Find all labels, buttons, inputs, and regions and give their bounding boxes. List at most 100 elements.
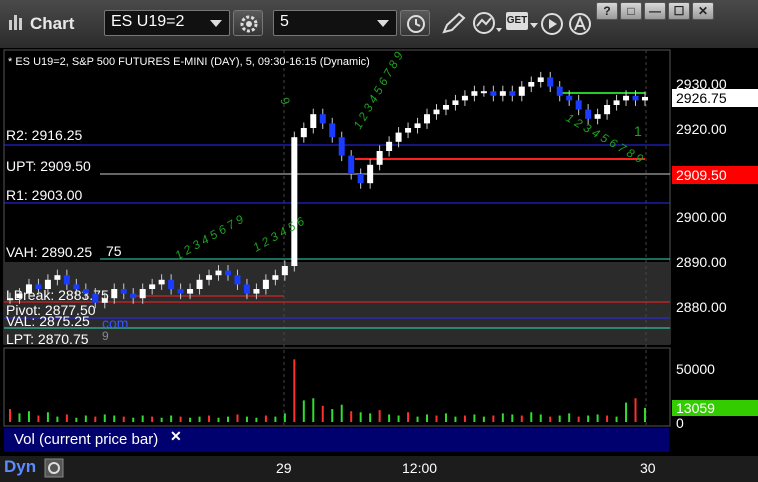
- candle-body: [604, 105, 611, 115]
- candle-body: [367, 164, 374, 184]
- candle-body: [623, 95, 630, 101]
- last-price-value: 2926.75: [676, 90, 727, 106]
- val-label: VAL: 2875.25: [6, 313, 90, 329]
- candle-body: [139, 289, 146, 299]
- help-button[interactable]: ?: [596, 2, 618, 20]
- candle-body: [405, 128, 412, 133]
- candle-body: [7, 298, 13, 301]
- interval-value: 5: [280, 13, 289, 30]
- candle-body: [442, 105, 449, 110]
- window-title: Chart: [30, 14, 75, 33]
- candle-body: [585, 109, 592, 119]
- chart-canvas[interactable]: * ES U19=2, S&P 500 FUTURES E-MINI (DAY)…: [0, 48, 758, 458]
- candle-body: [168, 279, 175, 289]
- candle-body: [424, 114, 431, 124]
- price-tick: 2890.00: [676, 254, 727, 270]
- candle-body: [92, 293, 99, 303]
- candle-body: [130, 293, 137, 299]
- candle-body: [215, 270, 222, 276]
- time-tick: 12:00: [402, 460, 438, 476]
- volume-panel-label: Vol (current price bar): [4, 428, 185, 452]
- candle-body: [44, 279, 51, 289]
- candle-body: [632, 95, 639, 101]
- candle-body: [414, 123, 421, 128]
- candle-body: [206, 275, 213, 280]
- interval-selector[interactable]: 5: [273, 10, 397, 36]
- chevron-down-icon: [377, 20, 389, 27]
- symbol-settings-button[interactable]: [233, 10, 263, 36]
- candle-body: [158, 279, 165, 285]
- candle-body: [556, 86, 563, 96]
- candle-body: [480, 91, 487, 94]
- play-icon[interactable]: [540, 12, 564, 36]
- candle-body: [234, 275, 241, 285]
- pencil-icon[interactable]: [440, 12, 468, 36]
- title-bar: Chart ES U19=2 5 GET ? □ — ☐ ✕: [0, 0, 758, 49]
- candle-body: [319, 114, 326, 124]
- candle-body: [101, 298, 108, 303]
- candle-body: [63, 275, 70, 285]
- symbol-value: ES U19=2: [111, 13, 185, 30]
- candle-body: [338, 137, 345, 156]
- price-tick: 2900.00: [676, 209, 727, 225]
- candle-body: [120, 289, 127, 294]
- candle-body: [291, 137, 298, 266]
- candle-body: [329, 123, 336, 138]
- clock-icon: [407, 15, 425, 33]
- candle-body: [73, 284, 80, 289]
- candle-body: [272, 275, 279, 280]
- lpt-label: LPT: 2870.75: [6, 331, 89, 347]
- gear-icon: [240, 15, 258, 33]
- candle-body: [149, 284, 156, 289]
- upt-label: UPT: 2909.50: [6, 158, 91, 174]
- last-volume-value: 13059: [676, 400, 715, 416]
- restore-button[interactable]: □: [620, 2, 642, 20]
- get-data-button[interactable]: GET: [506, 12, 528, 30]
- candle-body: [395, 132, 402, 142]
- candle-body: [300, 128, 307, 138]
- candle-body: [262, 279, 269, 289]
- candle-body: [613, 100, 620, 105]
- candle-body: [376, 151, 383, 165]
- chart-app-icon: [9, 15, 22, 30]
- candle-body: [243, 284, 250, 294]
- chart-header: * ES U19=2, S&P 500 FUTURES E-MINI (DAY)…: [8, 56, 370, 68]
- studies-icon[interactable]: [472, 12, 504, 36]
- candle-body: [566, 95, 573, 101]
- volume-panel-close-button[interactable]: ✕: [170, 428, 182, 445]
- time-tick: 29: [276, 460, 292, 476]
- minimize-button[interactable]: —: [644, 2, 666, 20]
- candle-body: [518, 86, 525, 96]
- candle-body: [310, 114, 317, 128]
- candle-body: [357, 174, 364, 184]
- candle-body: [499, 91, 506, 96]
- interval-settings-button[interactable]: [400, 10, 430, 36]
- r2-label: R2: 2916.25: [6, 127, 82, 143]
- chevron-down-icon[interactable]: [529, 22, 539, 30]
- alert-icon[interactable]: [568, 12, 592, 36]
- candle-body: [594, 114, 601, 119]
- candle-body: [528, 82, 535, 87]
- time-tick: 30: [640, 460, 656, 476]
- volume-panel-bar: [185, 428, 669, 452]
- candle-body: [642, 96, 648, 101]
- maximize-button[interactable]: ☐: [668, 2, 690, 20]
- candle-body: [452, 100, 459, 105]
- candle-body: [461, 95, 468, 101]
- volume-tick: 0: [676, 415, 684, 431]
- candle-body: [575, 100, 582, 110]
- volume-tick: 50000: [676, 361, 715, 377]
- dynamic-settings-icon[interactable]: [44, 458, 64, 478]
- candle-body: [471, 91, 478, 96]
- candle-body: [187, 289, 194, 294]
- candle-body: [490, 91, 497, 96]
- status-dyn-label: Dyn: [4, 457, 37, 476]
- candle-body: [54, 275, 61, 280]
- lpt-extra-label: 9: [102, 329, 109, 343]
- candle-body: [253, 289, 260, 294]
- vah-suffix: 75: [106, 243, 122, 259]
- symbol-selector[interactable]: ES U19=2: [104, 10, 230, 36]
- close-button[interactable]: ✕: [692, 2, 714, 20]
- candle-body: [224, 270, 231, 276]
- vah-label: VAH: 2890.25: [6, 244, 92, 260]
